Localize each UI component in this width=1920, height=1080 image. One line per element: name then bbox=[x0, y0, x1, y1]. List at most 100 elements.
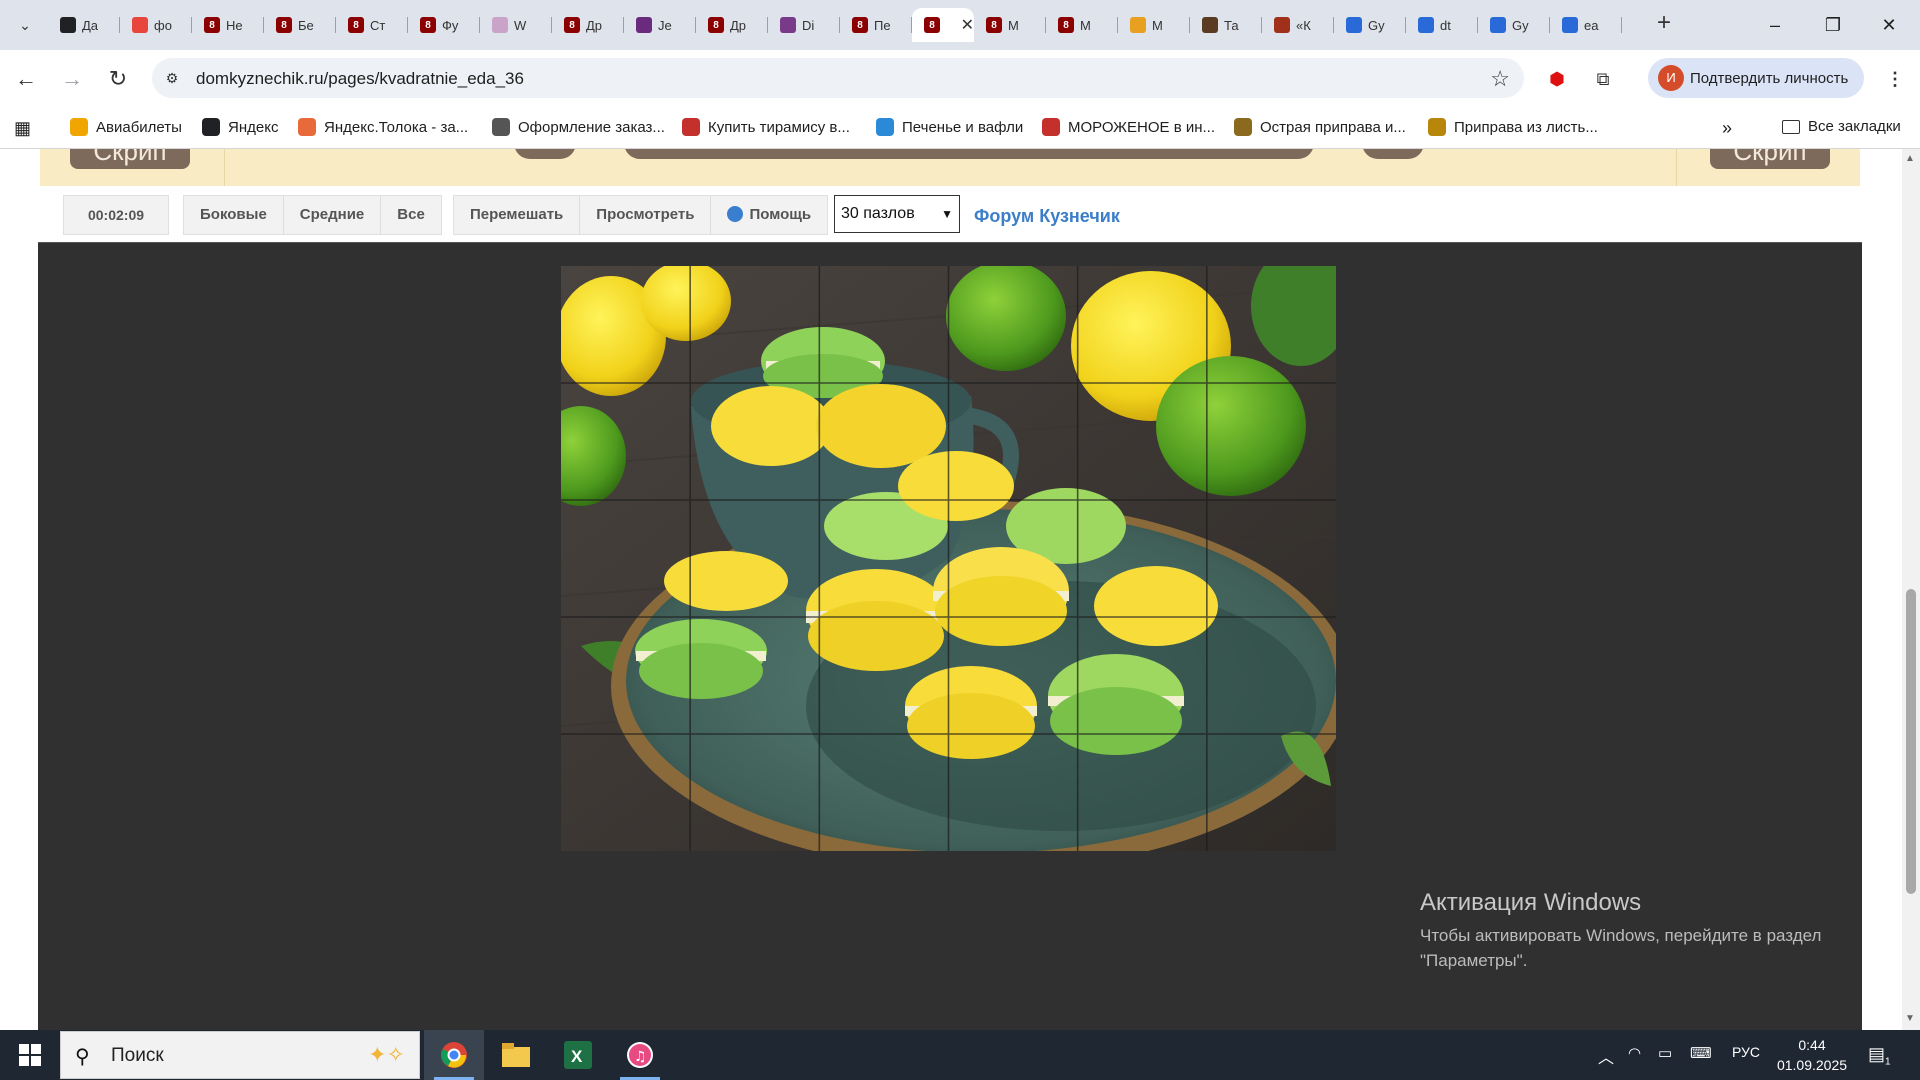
language-indicator[interactable]: РУС bbox=[1732, 1044, 1760, 1060]
tab-title: «К bbox=[1296, 17, 1311, 33]
shuffle-button[interactable]: Перемешать bbox=[454, 196, 581, 234]
tab-title: Gy bbox=[1512, 17, 1529, 33]
menu-kebab-icon[interactable]: ⋮ bbox=[1880, 64, 1910, 94]
apps-grid-icon[interactable]: ▦ bbox=[14, 118, 31, 139]
scroll-up-arrow-icon[interactable]: ▲ bbox=[1905, 153, 1915, 164]
tab[interactable]: 8М bbox=[1046, 8, 1118, 42]
tab[interactable]: Gy bbox=[1478, 8, 1550, 42]
tab[interactable]: Gy bbox=[1334, 8, 1406, 42]
bookmark-item[interactable]: Яндекс bbox=[202, 118, 278, 136]
tab[interactable]: 8 Др bbox=[552, 8, 624, 42]
file-explorer-icon[interactable] bbox=[486, 1030, 546, 1080]
chrome-taskbar-icon[interactable] bbox=[424, 1030, 484, 1080]
bookmark-label: МОРОЖЕНОЕ в ин... bbox=[1068, 118, 1216, 136]
tab[interactable]: Да bbox=[48, 8, 120, 42]
tab[interactable]: 8 Фу bbox=[408, 8, 480, 42]
bookmark-item[interactable]: Яндекс.Толока - за... bbox=[298, 118, 468, 136]
bookmark-star-icon[interactable]: ☆ bbox=[1490, 66, 1510, 92]
bookmark-label: Яндекс bbox=[228, 118, 279, 136]
reload-icon[interactable]: ↻ bbox=[102, 63, 134, 95]
filter-middle-button[interactable]: Средние bbox=[284, 196, 382, 234]
bookmark-label: Острая приправа и... bbox=[1260, 118, 1406, 136]
all-bookmarks-label: Все закладки bbox=[1808, 118, 1901, 135]
more-bookmarks-chevron-icon[interactable]: » bbox=[1722, 118, 1732, 139]
help-button[interactable]: Помощь bbox=[711, 196, 827, 234]
filter-all-button[interactable]: Все bbox=[381, 196, 441, 234]
banner-divider-right bbox=[1676, 149, 1677, 186]
taskbar-search-box[interactable]: ⚲ Поиск ✦✧ bbox=[60, 1031, 420, 1079]
tab-close-icon[interactable]: ✕ bbox=[961, 15, 974, 35]
tab[interactable]: 8 Бе bbox=[264, 8, 336, 42]
network-icon[interactable]: ◠ bbox=[1628, 1044, 1641, 1062]
bookmark-item[interactable]: Оформление заказ... bbox=[492, 118, 665, 136]
filter-edges-button[interactable]: Боковые bbox=[184, 196, 284, 234]
tab[interactable]: 8 Ст bbox=[336, 8, 408, 42]
tab[interactable]: «К bbox=[1262, 8, 1334, 42]
forward-arrow-icon[interactable]: → bbox=[56, 63, 88, 95]
restore-icon[interactable]: ❐ bbox=[1810, 10, 1856, 40]
avatar: И bbox=[1658, 65, 1684, 91]
bookmark-favicon-icon bbox=[1234, 118, 1252, 136]
filter-group: Боковые Средние Все bbox=[183, 195, 442, 235]
windows-activation-watermark: Активация Windows Чтобы активировать Win… bbox=[1420, 889, 1821, 973]
tray-chevron-icon[interactable]: ︿ bbox=[1598, 1044, 1614, 1068]
system-clock[interactable]: 0:44 01.09.2025 bbox=[1772, 1035, 1852, 1075]
battery-icon[interactable]: ▭ bbox=[1658, 1044, 1672, 1062]
tab-active[interactable]: 8 ✕ bbox=[912, 8, 974, 42]
url-text[interactable]: domkyznechik.ru/pages/kvadratnie_eda_36 bbox=[196, 69, 524, 89]
back-arrow-icon[interactable]: ← bbox=[10, 63, 42, 95]
page-scrollbar[interactable]: ▲ ▼ bbox=[1902, 149, 1920, 1030]
bookmark-item[interactable]: Купить тирамису в... bbox=[682, 118, 850, 136]
adblock-extension-icon[interactable]: ⬢ bbox=[1542, 64, 1572, 94]
preview-button[interactable]: Просмотреть bbox=[580, 196, 712, 234]
tab[interactable]: 8 Пе bbox=[840, 8, 912, 42]
tab[interactable]: М bbox=[1118, 8, 1190, 42]
new-tab-button[interactable]: + bbox=[1650, 10, 1678, 38]
banner-left-button[interactable]: Скрип bbox=[70, 149, 190, 169]
site-settings-icon[interactable]: ⚙ bbox=[162, 68, 182, 88]
bookmark-favicon-icon bbox=[202, 118, 220, 136]
kuznechik-favicon-icon: 8 bbox=[276, 17, 292, 33]
tab[interactable]: 8М bbox=[974, 8, 1046, 42]
banner-right-button[interactable]: Скрип bbox=[1710, 149, 1830, 169]
tab[interactable]: Di bbox=[768, 8, 840, 42]
profile-button[interactable]: И Подтвердить личность bbox=[1648, 58, 1864, 98]
tab[interactable]: W bbox=[480, 8, 552, 42]
extensions-puzzle-icon[interactable]: ⧉ bbox=[1588, 64, 1618, 94]
svg-text:♫: ♫ bbox=[634, 1049, 647, 1065]
forum-link[interactable]: Форум Кузнечик bbox=[974, 206, 1120, 227]
scrollbar-thumb[interactable] bbox=[1906, 589, 1916, 894]
site-banner: Скрип Скрип bbox=[40, 149, 1860, 186]
tab[interactable]: ea bbox=[1550, 8, 1622, 42]
tab[interactable]: Je bbox=[624, 8, 696, 42]
tab-title: Др bbox=[730, 17, 747, 33]
tab[interactable]: dt bbox=[1406, 8, 1478, 42]
tab[interactable]: фо bbox=[120, 8, 192, 42]
tab[interactable]: Та bbox=[1190, 8, 1262, 42]
banner-divider bbox=[224, 149, 225, 186]
keyboard-icon[interactable]: ⌨ bbox=[1690, 1044, 1712, 1062]
tab[interactable]: 8 Не bbox=[192, 8, 264, 42]
bookmark-item[interactable]: Авиабилеты bbox=[70, 118, 182, 136]
close-window-icon[interactable]: ✕ bbox=[1866, 10, 1912, 40]
windows-start-icon[interactable] bbox=[0, 1030, 60, 1080]
notifications-icon[interactable]: ▤1 bbox=[1868, 1044, 1891, 1068]
bookmark-item[interactable]: Приправа из листь... bbox=[1428, 118, 1598, 136]
scroll-down-arrow-icon[interactable]: ▼ bbox=[1905, 1013, 1915, 1024]
clock-time: 0:44 bbox=[1798, 1037, 1826, 1053]
bookmark-item[interactable]: Острая приправа и... bbox=[1234, 118, 1406, 136]
excel-icon[interactable]: X bbox=[548, 1030, 608, 1080]
all-bookmarks-folder[interactable]: Все закладки bbox=[1782, 118, 1901, 135]
itunes-icon[interactable]: ♫ bbox=[610, 1030, 670, 1080]
minimize-icon[interactable]: – bbox=[1752, 10, 1798, 40]
bookmark-item[interactable]: МОРОЖЕНОЕ в ин... bbox=[1042, 118, 1215, 136]
address-bar[interactable]: ⚙ domkyznechik.ru/pages/kvadratnie_eda_3… bbox=[152, 58, 1524, 98]
pieces-count-select[interactable]: 30 пазлов ▼ bbox=[834, 195, 960, 233]
generic-favicon-icon bbox=[1418, 17, 1434, 33]
generic-favicon-icon bbox=[1274, 17, 1290, 33]
tab[interactable]: 8 Др bbox=[696, 8, 768, 42]
tab-search-dropdown-icon[interactable]: ⌄ bbox=[10, 10, 40, 40]
generic-favicon-icon bbox=[1202, 17, 1218, 33]
bookmark-item[interactable]: Печенье и вафли bbox=[876, 118, 1023, 136]
tab-title: ea bbox=[1584, 17, 1599, 33]
